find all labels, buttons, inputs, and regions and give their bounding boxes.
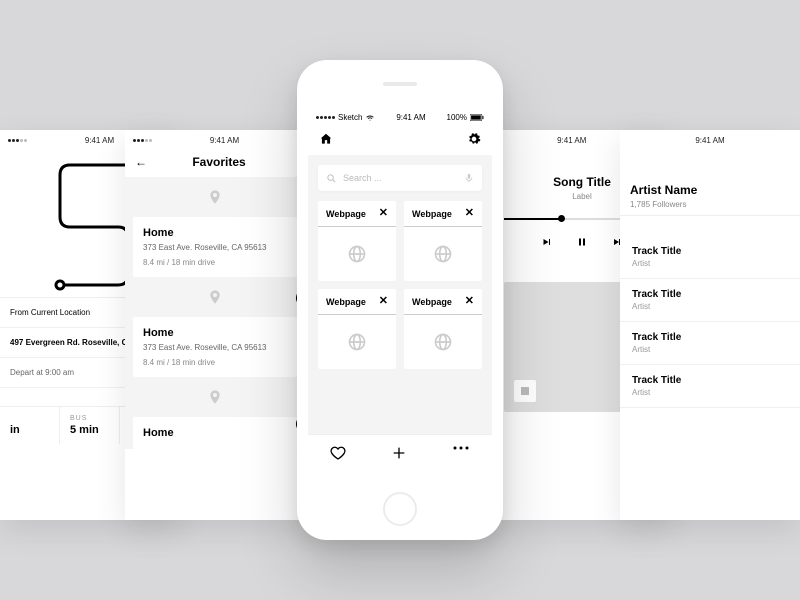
globe-icon [433,244,453,264]
webpage-tile[interactable]: Webpage✕ [404,201,482,281]
add-button[interactable] [391,445,407,461]
close-icon[interactable]: ✕ [465,208,474,219]
webpage-tile[interactable]: Webpage✕ [318,201,396,281]
bus-option[interactable]: BUS 5 min [60,406,120,444]
close-icon[interactable]: ✕ [465,296,474,307]
status-bar: Sketch 9:41 AM 100% [308,108,492,127]
home-button[interactable] [318,131,334,147]
track-row[interactable]: Track TitleArtist [620,236,800,279]
favorites-title: Favorites [155,155,283,169]
close-icon[interactable]: ✕ [379,208,388,219]
walk-option[interactable]: in [0,406,60,444]
mockup-stage: 9:41 AM From Current Location 497 Evergr… [0,0,800,600]
artist-name: Artist Name [630,183,790,197]
home-button-physical[interactable] [383,492,417,526]
back-button[interactable]: ← [135,155,147,169]
status-bar: 9:41 AM [620,130,800,147]
favorites-screen: 9:41 AM ← Favorites Home 373 East Ave. R… [125,130,305,520]
search-icon [326,173,337,184]
phone-mockup: Sketch 9:41 AM 100% [297,60,503,540]
status-bar: 9:41 AM [125,130,305,147]
mic-icon[interactable] [464,172,474,184]
browser-screen: Sketch 9:41 AM 100% [308,108,492,482]
search-input[interactable]: Search ... [318,165,482,191]
globe-icon [433,332,453,352]
favorite-card[interactable]: Home [133,417,297,449]
artist-screen: 9:41 AM Artist Name 1,785 Followers Trac… [620,130,800,520]
track-row[interactable]: Track TitleArtist [620,322,800,365]
settings-button[interactable] [466,131,482,147]
favorites-button[interactable] [330,445,346,461]
pin-icon [207,289,223,305]
globe-icon [347,332,367,352]
follower-count: 1,785 Followers [630,200,790,209]
track-row[interactable]: Track TitleArtist [620,279,800,322]
pin-icon [207,389,223,405]
search-placeholder: Search ... [343,173,458,183]
bottom-bar [308,434,492,471]
image-icon [514,380,536,402]
more-button[interactable] [452,445,470,461]
pin-icon [207,189,223,205]
close-icon[interactable]: ✕ [379,296,388,307]
favorite-card[interactable]: Home 373 East Ave. Roseville, CA 95613 8… [133,317,297,377]
globe-icon [347,244,367,264]
webpage-tile[interactable]: Webpage✕ [318,289,396,369]
previous-button[interactable] [540,236,554,248]
track-row[interactable]: Track TitleArtist [620,365,800,408]
webpage-tile[interactable]: Webpage✕ [404,289,482,369]
favorite-card[interactable]: Home 373 East Ave. Roseville, CA 95613 8… [133,217,297,277]
status-time: 9:41 AM [85,136,114,145]
pause-button[interactable] [576,236,588,248]
